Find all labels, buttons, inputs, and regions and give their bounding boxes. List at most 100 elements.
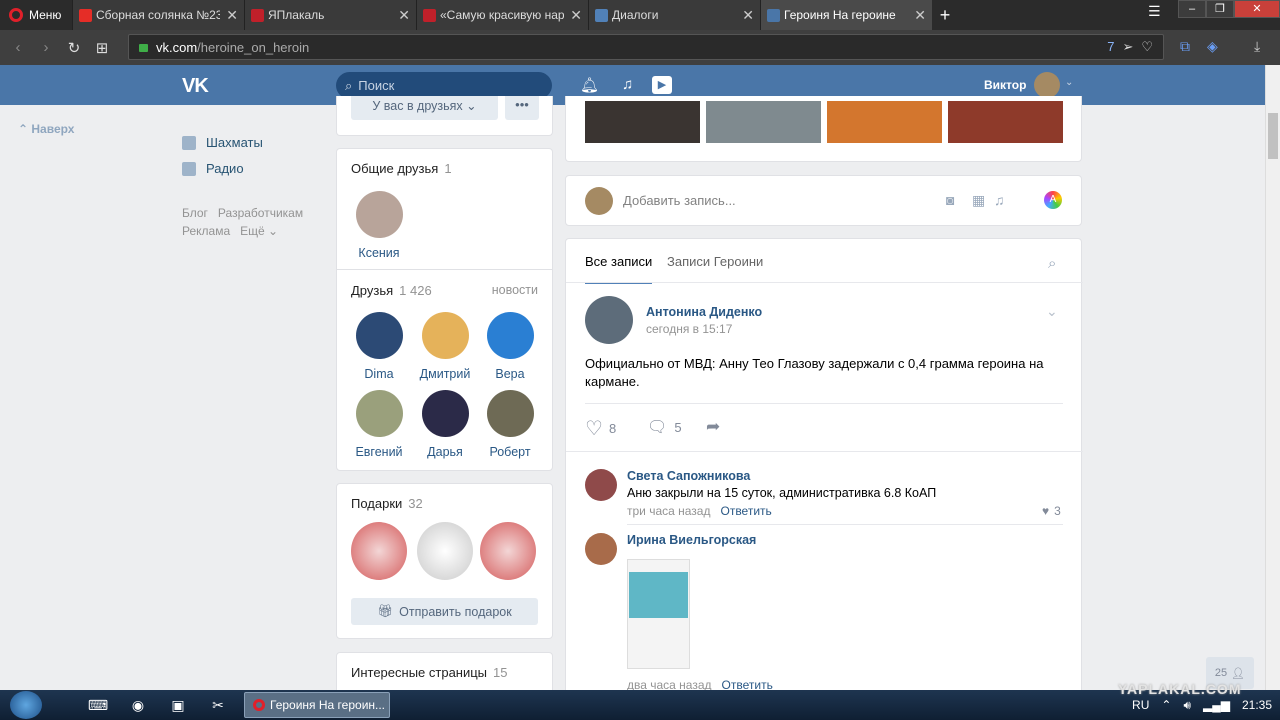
tab-1[interactable]: Сборная солянка №233. ✕ <box>72 0 244 30</box>
vk-logo-icon[interactable]: VK <box>182 75 209 98</box>
send-gift-button[interactable]: 🎁︎ Отправить подарок <box>351 598 538 625</box>
gift-tree-icon[interactable] <box>480 522 536 580</box>
video-icon[interactable]: ▦ <box>972 192 985 209</box>
footer-links-2[interactable]: Реклама Ещё ⌄ <box>182 224 278 238</box>
search-icon[interactable]: ⌕ <box>1048 255 1056 272</box>
gift-cat-icon[interactable] <box>417 522 473 580</box>
scrollbar-thumb[interactable] <box>1268 113 1278 159</box>
avatar[interactable] <box>585 533 617 565</box>
pages-header[interactable]: Интересные страницы 15 <box>351 665 508 680</box>
maximize-button[interactable]: ❐ <box>1206 0 1234 18</box>
friend-item[interactable]: Вера <box>482 312 538 381</box>
translate-extension-icon[interactable]: ⧉ <box>1180 38 1190 55</box>
app-icon[interactable]: ▣ <box>158 697 198 714</box>
tab-5-active[interactable]: Героиня На героине ✕ <box>760 0 932 30</box>
download-icon[interactable]: ⤓ <box>1254 38 1260 55</box>
friend-item[interactable]: Евгений <box>351 390 407 459</box>
chevron-down-icon[interactable]: ⌄ <box>1065 77 1073 88</box>
friend-item[interactable]: Роберт <box>482 390 538 459</box>
menu-label: Меню <box>29 8 62 22</box>
clock[interactable]: 21:35 <box>1242 698 1272 712</box>
avatar[interactable] <box>1034 72 1060 98</box>
comment-author[interactable]: Ирина Виельгорская <box>627 533 756 547</box>
comment-author[interactable]: Света Сапожникова <box>627 469 750 483</box>
gifts-header[interactable]: Подарки 32 <box>351 496 423 511</box>
speaker-icon[interactable]: 🔊︎ <box>1183 698 1191 713</box>
camera-icon[interactable]: ◙ <box>946 192 954 208</box>
tab-all-posts[interactable]: Все записи <box>585 254 653 284</box>
close-icon[interactable]: ✕ <box>398 7 410 24</box>
forward-icon[interactable]: › <box>32 39 60 56</box>
common-friends-header[interactable]: Общие друзья 1 <box>351 161 452 176</box>
more-options-icon[interactable]: ••• <box>505 96 539 120</box>
graffiti-icon[interactable]: A <box>1044 191 1062 209</box>
start-button[interactable] <box>10 691 42 719</box>
friend-item[interactable]: Dima <box>351 312 407 381</box>
keyboard-icon[interactable]: ⌨ <box>78 697 118 714</box>
friend-status-button[interactable]: У вас в друзьях ⌄ <box>351 96 498 120</box>
comment-image[interactable] <box>627 559 690 669</box>
photo-thumbnail[interactable] <box>827 101 942 143</box>
heart-icon[interactable]: ♡ <box>1141 39 1153 55</box>
tab-menu-icon[interactable]: ☰ <box>1148 3 1161 20</box>
comment-time[interactable]: три часа назад <box>627 504 710 518</box>
close-icon[interactable]: ✕ <box>570 7 582 24</box>
photo-thumbnail[interactable] <box>948 101 1063 143</box>
add-post-input[interactable]: Добавить запись... <box>623 193 736 208</box>
common-friend[interactable]: Ксения <box>351 191 407 260</box>
reply-link[interactable]: Ответить <box>720 504 771 518</box>
comment-button[interactable]: 🗨︎ 5 <box>647 417 682 437</box>
search-input[interactable]: ⌕ Поиск <box>336 72 552 99</box>
avatar[interactable] <box>585 296 633 344</box>
close-window-button[interactable]: ✕ <box>1234 0 1280 18</box>
avatar[interactable] <box>585 469 617 501</box>
photo-thumbnail[interactable] <box>706 101 821 143</box>
app-icon[interactable]: ✂ <box>198 697 238 714</box>
tab-owner-posts[interactable]: Записи Героини <box>667 254 763 269</box>
back-icon[interactable]: ‹ <box>4 39 32 56</box>
chevron-down-icon[interactable]: ⌄ <box>1046 303 1058 320</box>
speed-dial-icon[interactable]: ⊞ <box>88 39 116 57</box>
new-tab-button[interactable]: + <box>932 0 958 30</box>
post-time[interactable]: сегодня в 15:17 <box>646 322 732 336</box>
sidebar-item-radio[interactable]: Радио <box>182 161 244 176</box>
friends-news-link[interactable]: новости <box>492 283 538 297</box>
friends-header[interactable]: Друзья 1 426 <box>351 283 432 298</box>
vpn-extension-icon[interactable]: ◈ <box>1207 38 1218 55</box>
taskbar-active-window[interactable]: Героиня На героин... <box>244 692 390 718</box>
url-field[interactable]: vk.com/heroine_on_heroin 7 ➢ ♡ <box>128 34 1164 60</box>
close-icon[interactable]: ✕ <box>742 7 754 24</box>
scroll-up-link[interactable]: ⌃ Наверх <box>18 122 74 136</box>
language-indicator[interactable]: RU <box>1132 698 1149 712</box>
friend-item[interactable]: Дарья <box>417 390 473 459</box>
music-icon[interactable]: ♫ <box>994 192 1005 208</box>
up-arrow-icon[interactable]: ⌃ <box>1161 698 1171 712</box>
tab-4[interactable]: Диалоги ✕ <box>588 0 760 30</box>
minimize-button[interactable]: – <box>1178 0 1206 18</box>
music-icon[interactable]: ♫ <box>622 76 633 93</box>
footer-links-1[interactable]: Блог Разработчикам <box>182 206 303 220</box>
sidebar-item-chess[interactable]: Шахматы <box>182 135 263 150</box>
tab-3[interactable]: «Самую красивую наркоман ✕ <box>416 0 588 30</box>
comment-like-button[interactable]: ♥ 3 <box>1042 504 1061 518</box>
taskbar-window-title: Героиня На героин... <box>270 698 386 712</box>
close-icon[interactable]: ✕ <box>914 7 926 24</box>
like-button[interactable]: ♡ 8 <box>585 416 616 441</box>
close-icon[interactable]: ✕ <box>226 7 238 24</box>
post-author[interactable]: Антонина Диденко <box>646 305 762 319</box>
opera-menu-button[interactable]: Меню <box>0 0 72 30</box>
chrome-icon[interactable]: ◉ <box>118 697 158 714</box>
reload-icon[interactable]: ↻ <box>60 39 88 57</box>
network-icon[interactable]: ▂▄▆ <box>1203 698 1230 712</box>
bell-icon[interactable]: 🔔︎ <box>580 76 599 94</box>
photo-thumbnail[interactable] <box>585 101 700 143</box>
gift-tree-icon[interactable] <box>351 522 407 580</box>
video-icon[interactable]: ▶ <box>652 76 672 94</box>
user-name[interactable]: Виктор <box>984 78 1026 92</box>
friend-item[interactable]: Дмитрий <box>417 312 473 381</box>
adblock-count[interactable]: 7 <box>1107 39 1114 55</box>
send-icon[interactable]: ➢ <box>1122 39 1133 55</box>
tab-2[interactable]: ЯПлакаль ✕ <box>244 0 416 30</box>
share-icon[interactable]: ➦ <box>706 417 720 437</box>
scrollbar[interactable] <box>1265 65 1280 690</box>
